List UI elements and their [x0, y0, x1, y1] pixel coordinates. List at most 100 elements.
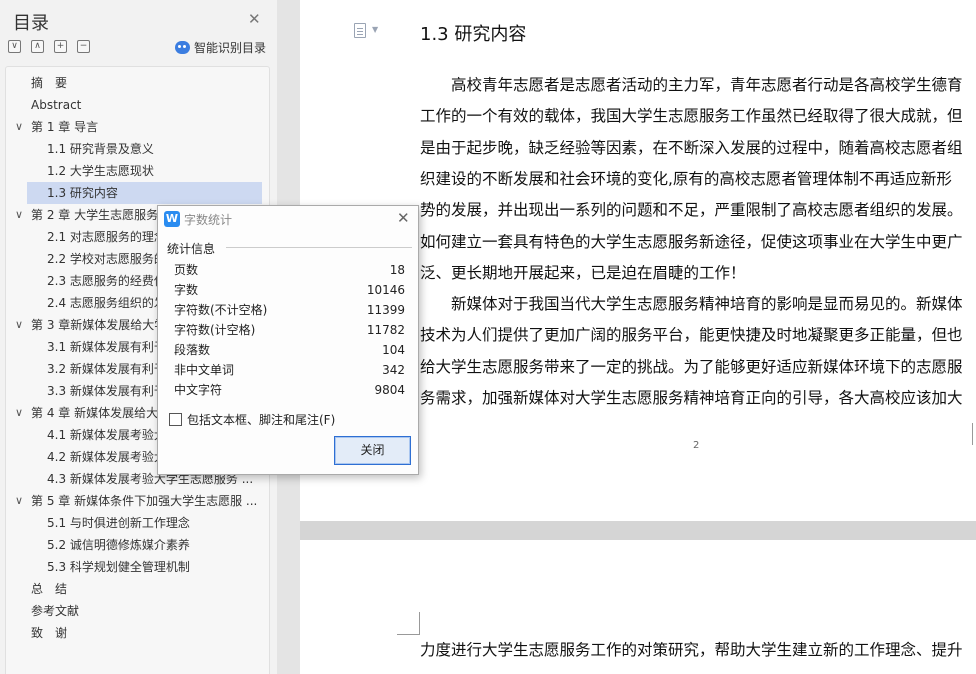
toc-item-label: 1.3 研究内容 — [47, 186, 118, 200]
chevron-down-icon[interactable]: ▼ — [372, 25, 378, 34]
body-text-line: 务需求，加强新媒体对大学生志愿服务精神培育正向的引导，各大高校应该加大 — [420, 389, 963, 407]
toc-item-label: Abstract — [31, 98, 82, 112]
body-text-line: 工作的一个有效的载体，我国大学生志愿服务工作虽然已经取得了很大成就，但 — [420, 107, 963, 126]
body-text-line: 如何建立一套具有特色的大学生志愿服务新途径，促使这项事业在大学生中更广 — [420, 232, 963, 251]
toc-item-label: 4.1 新媒体发展考验大 — [47, 428, 166, 442]
chevron-down-icon[interactable]: ∨ — [15, 204, 23, 226]
chevron-down-icon[interactable]: ∨ — [15, 314, 23, 336]
dialog-title: 字数统计 — [184, 213, 233, 227]
add-heading-icon[interactable]: + — [54, 40, 67, 53]
chevron-down-icon[interactable]: ∨ — [15, 402, 23, 424]
stat-value: 11782 — [366, 323, 405, 337]
document-icon[interactable] — [354, 23, 366, 38]
include-textbox-checkbox-row[interactable]: 包括文本框、脚注和尾注(F) — [169, 411, 335, 428]
toc-item[interactable]: 摘 要 — [6, 72, 261, 94]
toc-item-label: 第 5 章 新媒体条件下加强大学生志愿服 ... — [31, 494, 258, 508]
body-text-line: 势的发展，并出现出一系列的问题和不足，严重限制了高校志愿者组织的发展。 — [420, 201, 963, 220]
toc-item-label: 2.2 学校对志愿服务的 — [47, 252, 166, 266]
stat-label: 字数 — [174, 283, 199, 297]
body-text-line: 泛、更长期地开展起来，已是迫在眉睫的工作！ — [420, 263, 746, 282]
toc-toolbar: ∨ ∧ + − — [8, 40, 90, 53]
toc-item[interactable]: 5.1 与时俱进创新工作理念 — [6, 512, 261, 534]
divider — [226, 247, 412, 248]
remove-heading-icon[interactable]: − — [77, 40, 90, 53]
chevron-down-icon[interactable]: ∨ — [15, 116, 23, 138]
stat-value: 11399 — [366, 303, 405, 317]
word-count-dialog: W 字数统计 ✕ 统计信息 页数 18 字数 10146 字符数(不计空格) 1… — [157, 205, 419, 475]
crop-mark — [419, 612, 420, 635]
toc-item[interactable]: 总 结 — [6, 578, 261, 600]
toc-item-label: 第 2 章 大学生志愿服务 — [31, 208, 159, 222]
body-text-line: 技术为人们提供了更加广阔的服务平台，能更快捷及时地凝聚更多正能量，但也 — [420, 326, 963, 345]
toc-item[interactable]: Abstract — [6, 94, 261, 116]
smart-toc-button[interactable]: 智能识别目录 — [175, 39, 266, 56]
toc-item[interactable]: 1.3 研究内容 — [27, 182, 262, 204]
toc-item-label: 第 4 章 新媒体发展给大 — [31, 406, 159, 420]
toc-item[interactable]: ∨ 第 5 章 新媒体条件下加强大学生志愿服 ... — [6, 490, 261, 512]
stat-label: 字符数(不计空格) — [174, 303, 268, 317]
stat-label: 段落数 — [174, 343, 211, 357]
stat-label: 字符数(计空格) — [174, 323, 256, 337]
body-text-line: 新媒体对于我国当代大学生志愿服务精神培育的影响是显而易见的。新媒体 — [420, 295, 963, 314]
body-text-line: 织建设的不断发展和社会环境的变化,原有的高校志愿者管理体制不再适应新形 — [420, 169, 952, 188]
stat-row: 字符数(不计空格) 11399 — [174, 300, 405, 320]
body-text-line: 高校青年志愿者是志愿者活动的主力军，青年志愿者行动是各高校学生德育 — [420, 76, 963, 94]
toc-item[interactable]: 1.2 大学生志愿现状 — [6, 160, 261, 182]
smart-toc-label: 智能识别目录 — [194, 41, 267, 55]
robot-icon — [175, 41, 190, 54]
stats-section-label: 统计信息 — [167, 242, 216, 256]
stat-value: 18 — [389, 263, 405, 277]
toc-item[interactable]: 1.1 研究背景及意义 — [6, 138, 261, 160]
toc-item-label: 3.1 新媒体发展有利于 — [47, 340, 166, 354]
toc-item-label: 1.2 大学生志愿现状 — [47, 164, 154, 178]
stat-row: 字符数(计空格) 11782 — [174, 320, 405, 340]
include-textbox-checkbox[interactable] — [169, 413, 182, 426]
toc-item-label: 5.2 诚信明德修炼媒介素养 — [47, 538, 190, 552]
toc-item[interactable]: 5.3 科学规划健全管理机制 — [6, 556, 261, 578]
checkbox-label: 包括文本框、脚注和尾注(F) — [187, 413, 336, 427]
toc-item-label: 1.1 研究背景及意义 — [47, 142, 154, 156]
chevron-down-icon[interactable]: ∨ — [15, 490, 23, 512]
stat-row: 中文字符 9804 — [174, 380, 405, 400]
toc-item[interactable]: ∨ 第 1 章 导言 — [6, 116, 261, 138]
stat-value: 104 — [382, 343, 405, 357]
toc-item-label: 2.4 志愿服务组织的发 — [47, 296, 166, 310]
stat-label: 中文字符 — [174, 383, 223, 397]
toc-item[interactable]: 5.2 诚信明德修炼媒介素养 — [6, 534, 261, 556]
body-text-line: 给大学生志愿服务带来了一定的挑战。为了能够更好适应新媒体环境下的志愿服 — [420, 357, 963, 376]
wps-app-icon: W — [164, 211, 180, 227]
toc-item-label: 参考文献 — [31, 604, 80, 618]
toc-item-label: 摘 要 — [31, 76, 68, 90]
toc-item-label: 4.2 新媒体发展考验大 — [47, 450, 166, 464]
toc-title: 目录 — [13, 13, 49, 34]
stat-label: 非中文单词 — [174, 363, 235, 377]
toc-item-label: 2.1 对志愿服务的理念 — [47, 230, 166, 244]
toc-item[interactable]: 致 谢 — [6, 622, 261, 644]
toc-item-label: 总 结 — [31, 582, 68, 596]
crop-mark — [972, 423, 973, 445]
toc-item-label: 5.3 科学规划健全管理机制 — [47, 560, 190, 574]
body-text-line: 力度进行大学生志愿服务工作的对策研究，帮助大学生建立新的工作理念、提升 — [420, 641, 963, 659]
body-text-line: 是由于起步晚，缺乏经验等因素，在不断深入发展的过程中，随着高校志愿者组 — [420, 138, 963, 157]
close-button[interactable]: 关闭 — [334, 436, 411, 465]
stat-value: 9804 — [374, 383, 405, 397]
stat-value: 342 — [382, 363, 405, 377]
toc-item-label: 3.3 新媒体发展有利于 — [47, 384, 166, 398]
close-icon[interactable]: ✕ — [248, 10, 261, 28]
stat-label: 页数 — [174, 263, 199, 277]
stat-row: 非中文单词 342 — [174, 360, 405, 380]
close-icon[interactable]: ✕ — [397, 209, 410, 227]
toc-item-label: 致 谢 — [31, 626, 68, 640]
toc-item-label: 5.1 与时俱进创新工作理念 — [47, 516, 190, 530]
collapse-all-icon[interactable]: ∨ — [8, 40, 21, 53]
page-number: 2 — [693, 440, 700, 451]
toc-item-label: 2.3 志愿服务的经费保 — [47, 274, 166, 288]
toc-item-label: 3.2 新媒体发展有利于 — [47, 362, 166, 376]
section-heading: 1.3 研究内容 — [420, 24, 527, 45]
crop-mark — [397, 634, 419, 635]
toc-item[interactable]: 参考文献 — [6, 600, 261, 622]
stat-value: 10146 — [366, 283, 405, 297]
stat-row: 段落数 104 — [174, 340, 405, 360]
toc-item-label: 第 1 章 导言 — [31, 120, 99, 134]
expand-up-icon[interactable]: ∧ — [31, 40, 44, 53]
